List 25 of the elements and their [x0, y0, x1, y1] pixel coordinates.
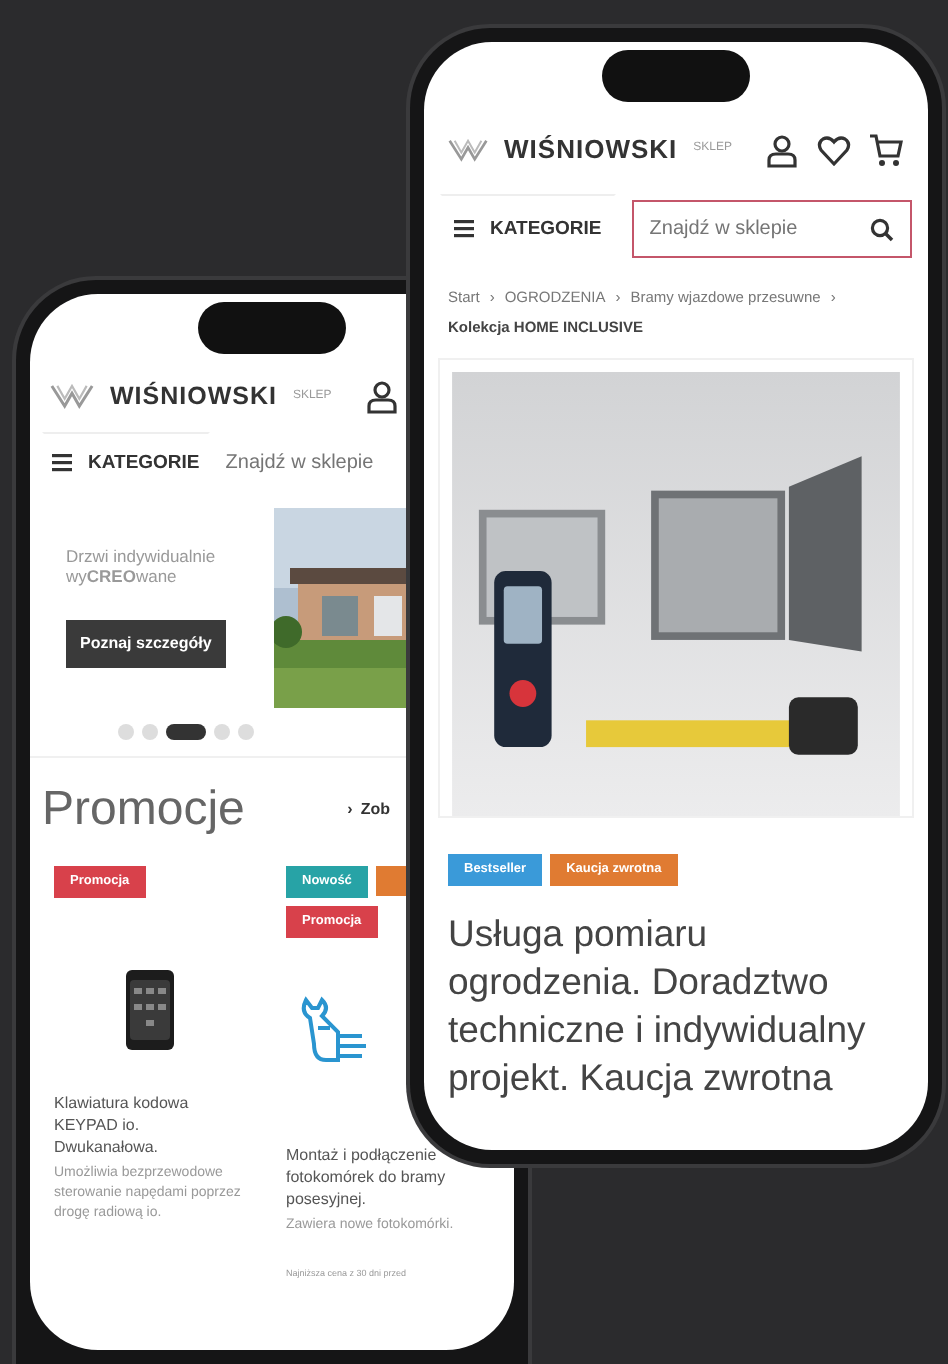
- heart-icon[interactable]: [816, 131, 852, 168]
- categories-button[interactable]: KATEGORIE: [42, 431, 210, 496]
- section-title: Promocje: [42, 780, 245, 840]
- cart-icon[interactable]: [868, 131, 904, 168]
- brand-name: WIŚNIOWSKI: [110, 379, 277, 414]
- carousel-dot[interactable]: [214, 724, 230, 740]
- see-all-link[interactable]: › Zob: [347, 798, 390, 822]
- carousel-dot[interactable]: [142, 724, 158, 740]
- product-name[interactable]: Montaż i podłączenie fotokomórek do bramy posesyjnej.: [286, 1146, 478, 1211]
- chevron-icon: ›: [347, 798, 353, 822]
- user-icon[interactable]: [764, 131, 800, 168]
- brand-name: WIŚNIOWSKI: [504, 132, 678, 168]
- menu-icon: [52, 454, 72, 473]
- logo-icon[interactable]: [50, 380, 94, 413]
- search-bar[interactable]: Znajdź w sklepie: [631, 200, 912, 259]
- categories-button[interactable]: KATEGORIE: [440, 193, 616, 266]
- user-icon[interactable]: [363, 378, 400, 415]
- carousel-dot[interactable]: [118, 724, 134, 740]
- search-icon[interactable]: [870, 217, 894, 242]
- product-title: Usługa pomiaru ogrodzenia. Doradztwo techniczne i indywidualny projekt. Kaucja zwrotna: [446, 910, 868, 1103]
- details-button[interactable]: Poznaj szczegóły: [66, 619, 226, 668]
- carousel-dot[interactable]: [238, 724, 254, 740]
- menu-icon: [454, 220, 474, 239]
- product-name[interactable]: Klawiatura kodowa KEYPAD io. Dwukanałowa.: [54, 1094, 246, 1159]
- banner-text: Drzwi indywidualnie wyCREOwane: [66, 548, 218, 588]
